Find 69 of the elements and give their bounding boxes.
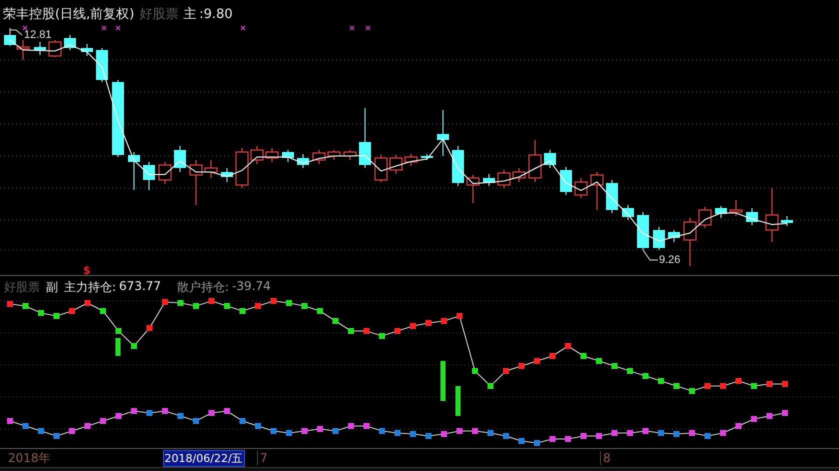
candlestick [390, 154, 402, 174]
candlestick [4, 28, 16, 46]
reading-label: 主力持仓: [64, 279, 116, 296]
low-price-label: 9.26 [659, 254, 680, 266]
candlestick [421, 154, 433, 160]
candlestick [512, 168, 526, 182]
candlestick [158, 162, 172, 184]
month-tick-label: 8 [600, 451, 611, 465]
reading-value: 673.77 [119, 279, 162, 295]
formula-name: 好股票 [4, 279, 40, 296]
candlestick [684, 218, 696, 266]
candlestick [653, 226, 665, 250]
chart-title: 荣丰控股(日线,前复权) [3, 6, 134, 23]
candlestick [250, 146, 264, 164]
candlestick [766, 188, 778, 242]
candlestick [606, 180, 618, 214]
candlestick [312, 150, 326, 164]
candlestick [466, 174, 480, 204]
candlestick [221, 168, 233, 182]
signal-marker: $ [83, 264, 91, 277]
candlestick [404, 154, 418, 166]
candlestick [297, 154, 309, 168]
candlestick [34, 42, 46, 56]
candlestick [698, 206, 712, 228]
cursor-date-label: 2018/06/22/五 [162, 450, 245, 466]
candlestick [622, 204, 634, 220]
candlestick [528, 140, 542, 182]
year-label: 2018年 [8, 450, 51, 466]
candlestick [204, 160, 218, 178]
candlestick [715, 206, 727, 218]
candlestick [574, 178, 588, 198]
candlestick [590, 172, 604, 210]
candlestick [344, 150, 356, 160]
candlestick [48, 40, 62, 58]
candlestick [359, 108, 371, 168]
candlestick [16, 40, 30, 60]
candlestick [781, 216, 793, 226]
candlestick [483, 174, 495, 186]
formula-name: 好股票 [137, 5, 180, 23]
candlestick [560, 166, 572, 196]
candlestick [282, 150, 294, 162]
reading-label: 散户持仓: [177, 279, 230, 296]
high-price-label: 12.81 [24, 29, 52, 41]
candlestick [96, 48, 108, 82]
candlestick [544, 150, 556, 168]
candlestick [64, 34, 76, 50]
candlestick [81, 44, 93, 56]
line-label: 主 [183, 6, 196, 23]
candlestick [374, 154, 388, 182]
candlestick [498, 170, 510, 188]
candlestick [143, 162, 155, 190]
line-value: :9.80 [199, 6, 233, 22]
pointer-line [642, 250, 658, 260]
candlestick [266, 148, 278, 162]
candlestick [236, 148, 248, 188]
candlestick [746, 208, 758, 226]
pointer-line [10, 30, 22, 38]
panel-label: 副 [46, 279, 58, 296]
candlestick [190, 160, 202, 206]
candlestick [668, 230, 680, 242]
candlestick [328, 150, 340, 160]
candlestick [128, 152, 140, 190]
reading-value: -39.74 [232, 279, 271, 295]
candlestick [452, 146, 464, 186]
candlestick [730, 200, 742, 216]
candlestick [637, 212, 649, 250]
candlestick [437, 110, 449, 156]
month-tick-label: 7 [257, 451, 268, 465]
candlestick [174, 146, 186, 172]
